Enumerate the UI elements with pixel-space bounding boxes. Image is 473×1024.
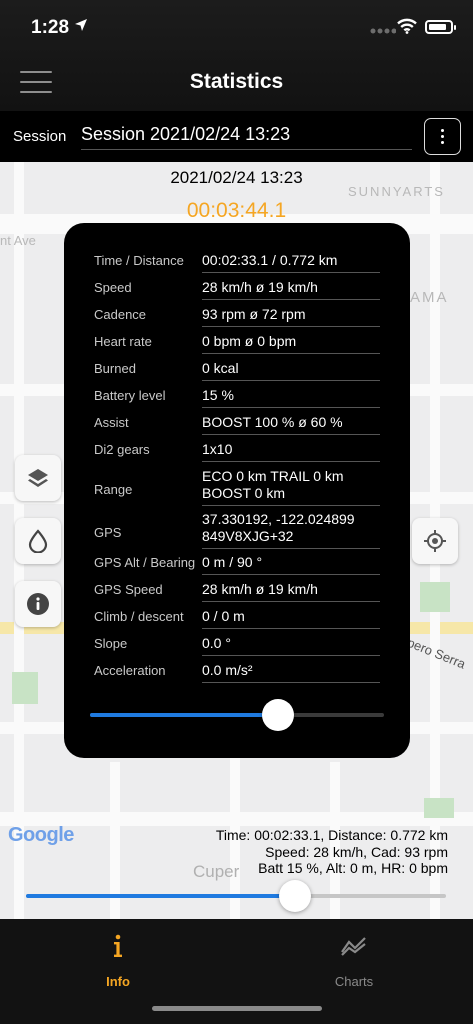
stat-value: 93 rpm ø 72 rpm	[202, 306, 380, 327]
stat-value: 15 %	[202, 387, 380, 408]
stat-label: Cadence	[94, 307, 147, 322]
slider-fill	[90, 713, 279, 717]
info-circle-icon	[27, 593, 49, 615]
my-location-button[interactable]	[412, 518, 458, 564]
session-bar: Session Session 2021/02/24 13:23	[0, 111, 473, 162]
summary-line: Time: 00:02:33.1, Distance: 0.772 km	[215, 827, 448, 843]
slider-fill	[26, 894, 295, 898]
stat-label: Burned	[94, 361, 136, 376]
stat-label: Heart rate	[94, 334, 152, 349]
stat-value: 28 km/h ø 19 km/h	[202, 279, 380, 300]
stat-value: ECO 0 km TRAIL 0 km BOOST 0 km	[202, 468, 380, 506]
elapsed-time: 00:03:44.1	[186, 199, 287, 222]
home-indicator	[152, 1006, 322, 1011]
top-bar: 1:28 Statistics	[0, 0, 473, 111]
panel-position-slider[interactable]	[90, 699, 384, 731]
tab-label: Info	[106, 974, 130, 989]
stat-value: 1x10	[202, 441, 380, 462]
stat-label: GPS Alt / Bearing	[94, 555, 196, 570]
stats-panel: Time / Distance 00:02:33.1 / 0.772 km Spee…	[64, 223, 410, 758]
tab-charts[interactable]: Charts	[294, 929, 414, 989]
session-date: 2021/02/24 13:23	[170, 168, 303, 187]
timeline-slider[interactable]	[26, 880, 446, 912]
stat-label: Climb / descent	[94, 609, 184, 624]
summary-line: Batt 15 %, Alt: 0 m, HR: 0 bpm	[258, 860, 448, 876]
info-icon	[114, 934, 122, 957]
cellular-signal-icon	[370, 28, 396, 34]
map-label: AMA	[410, 289, 449, 306]
stat-label: GPS	[94, 525, 122, 540]
stat-value: 0.0 m/s²	[202, 662, 380, 683]
stat-value: 37.330192, -122.024899 849V8XJG+32	[202, 511, 380, 549]
status-bar: 1:28	[0, 0, 473, 56]
stat-value: BOOST 100 % ø 60 %	[202, 414, 380, 435]
page-title: Statistics	[189, 70, 284, 93]
tab-label: Charts	[334, 974, 374, 989]
tab-bar: Info Charts	[0, 919, 473, 1024]
summary-line: Speed: 28 km/h, Cad: 93 rpm	[265, 843, 448, 860]
tab-info[interactable]: Info	[58, 929, 178, 989]
slider-thumb[interactable]	[278, 880, 311, 912]
map-info-button[interactable]	[15, 581, 61, 627]
stat-label: Slope	[94, 636, 128, 651]
stat-value: 0 / 0 m	[202, 608, 380, 629]
stat-value: 0 kcal	[202, 360, 380, 381]
session-label: Session	[13, 128, 67, 145]
stat-value: 28 km/h ø 19 km/h	[202, 581, 380, 602]
stat-label: Assist	[94, 415, 129, 430]
wifi-icon	[397, 18, 417, 34]
crosshair-icon	[424, 530, 446, 552]
session-field[interactable]: Session 2021/02/24 13:23	[81, 124, 412, 150]
stat-label: Time / Distance	[94, 253, 184, 268]
map-label: nt Ave	[0, 233, 36, 248]
stat-value: 00:02:33.1 / 0.772 km	[202, 252, 380, 273]
location-arrow-icon	[75, 19, 87, 31]
stat-label: Speed	[94, 280, 132, 295]
slider-thumb[interactable]	[262, 699, 295, 731]
stat-label: Di2 gears	[94, 442, 150, 457]
stat-label: Range	[94, 482, 133, 497]
battery-icon	[425, 20, 456, 34]
stat-value: 0.0 °	[202, 635, 380, 656]
water-drop-button[interactable]	[15, 518, 61, 564]
stat-label: Battery level	[94, 388, 166, 403]
stat-value: 0 bpm ø 0 bpm	[202, 333, 380, 354]
status-time: 1:28	[31, 17, 70, 38]
stat-value: 0 m / 90 °	[202, 554, 380, 575]
chart-icon	[341, 937, 366, 956]
layers-icon	[28, 469, 48, 487]
water-drop-icon	[28, 529, 48, 553]
stat-label: Acceleration	[94, 663, 166, 678]
stat-label: GPS Speed	[94, 582, 163, 597]
map-summary: Time: 00:02:33.1, Distance: 0.772 km Spe…	[118, 827, 448, 877]
map-layers-button[interactable]	[15, 455, 61, 501]
more-options-button[interactable]	[424, 118, 461, 155]
google-logo: Google	[8, 824, 74, 846]
